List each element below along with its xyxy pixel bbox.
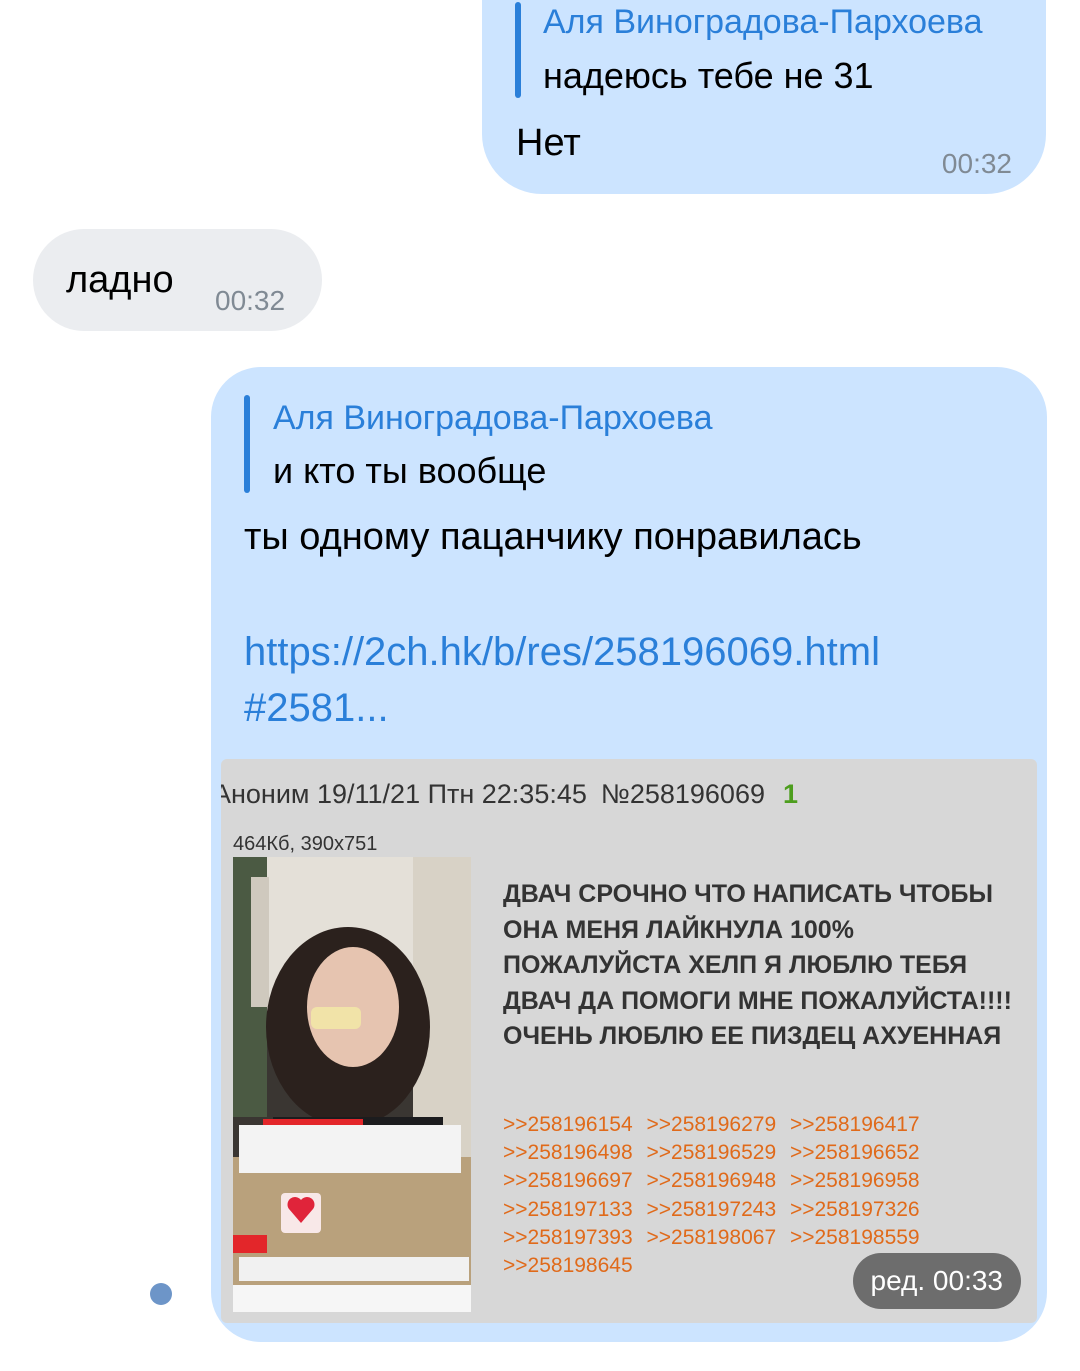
outgoing-message-2[interactable]: Аля Виноградова-Пархоева и кто ты вообще… [211, 367, 1047, 1342]
message-link[interactable]: https://2ch.hk/b/res/258196069.html #258… [244, 624, 880, 736]
post-reply-count: 1 [782, 779, 799, 809]
reply-link[interactable]: >>258196154 [503, 1111, 633, 1139]
reply-link[interactable]: >>258196652 [790, 1139, 920, 1167]
post-photo [233, 857, 471, 1312]
reply-link[interactable]: >>258198645 [503, 1252, 633, 1280]
message-text: ладно [66, 259, 174, 301]
quote-bar [515, 2, 521, 98]
outgoing-message-1[interactable]: Аля Виноградова-Пархоева надеюсь тебе не… [482, 0, 1046, 194]
reply-link[interactable]: >>258197243 [646, 1196, 776, 1224]
edited-time-badge: ред. 00:33 [852, 1253, 1021, 1309]
reply-link[interactable]: >>258196498 [503, 1139, 633, 1167]
quote-author: Аля Виноградова-Пархоева [273, 399, 713, 437]
reply-link[interactable]: >>258197133 [503, 1196, 633, 1224]
message-time: 00:32 [941, 148, 1012, 179]
file-info: 464Кб, 390x751 [233, 833, 378, 855]
photo-illustration [233, 857, 471, 1312]
reply-link[interactable]: >>258198067 [646, 1224, 776, 1252]
post-author-date: Аноним 19/11/21 Птн 22:35:45 [221, 779, 587, 809]
quote-text: надеюсь тебе не 31 [543, 55, 874, 96]
link-line-2[interactable]: #2581... [244, 680, 880, 736]
reply-link[interactable]: >>258196697 [503, 1167, 633, 1195]
quote-bar [244, 395, 250, 493]
reply-link[interactable]: >>258196529 [646, 1139, 776, 1167]
incoming-message[interactable]: ладно 00:32 [33, 229, 322, 331]
reply-link[interactable]: >>258196958 [790, 1167, 920, 1195]
reply-link[interactable]: >>258197393 [503, 1224, 633, 1252]
quote-author: Аля Виноградова-Пархоева [543, 3, 983, 41]
reply-link[interactable]: >>258196417 [790, 1111, 920, 1139]
message-text: ты одному пацанчику понравилась [244, 516, 862, 558]
post-text: ДВАЧ СРОЧНО ЧТО НАПИСАТЬ ЧТОБЫ ОНА МЕНЯ … [503, 880, 1012, 1050]
link-preview-image[interactable]: Аноним 19/11/21 Птн 22:35:45 №258196069 1 … [221, 759, 1037, 1323]
reply-link[interactable]: >>258196279 [646, 1111, 776, 1139]
unread-indicator-dot [150, 1283, 172, 1305]
reply-link[interactable]: >>258197326 [790, 1196, 920, 1224]
message-text: Нет [516, 122, 581, 164]
reply-link[interactable]: >>258196948 [646, 1167, 776, 1195]
post-header: Аноним 19/11/21 Птн 22:35:45 №258196069 1 [221, 779, 798, 810]
message-time: 00:32 [215, 285, 286, 316]
quote-text: и кто ты вообще [273, 450, 547, 491]
post-number: №258196069 [600, 779, 765, 809]
reply-link[interactable]: >>258198559 [790, 1224, 920, 1252]
link-line-1[interactable]: https://2ch.hk/b/res/258196069.html [244, 624, 880, 680]
